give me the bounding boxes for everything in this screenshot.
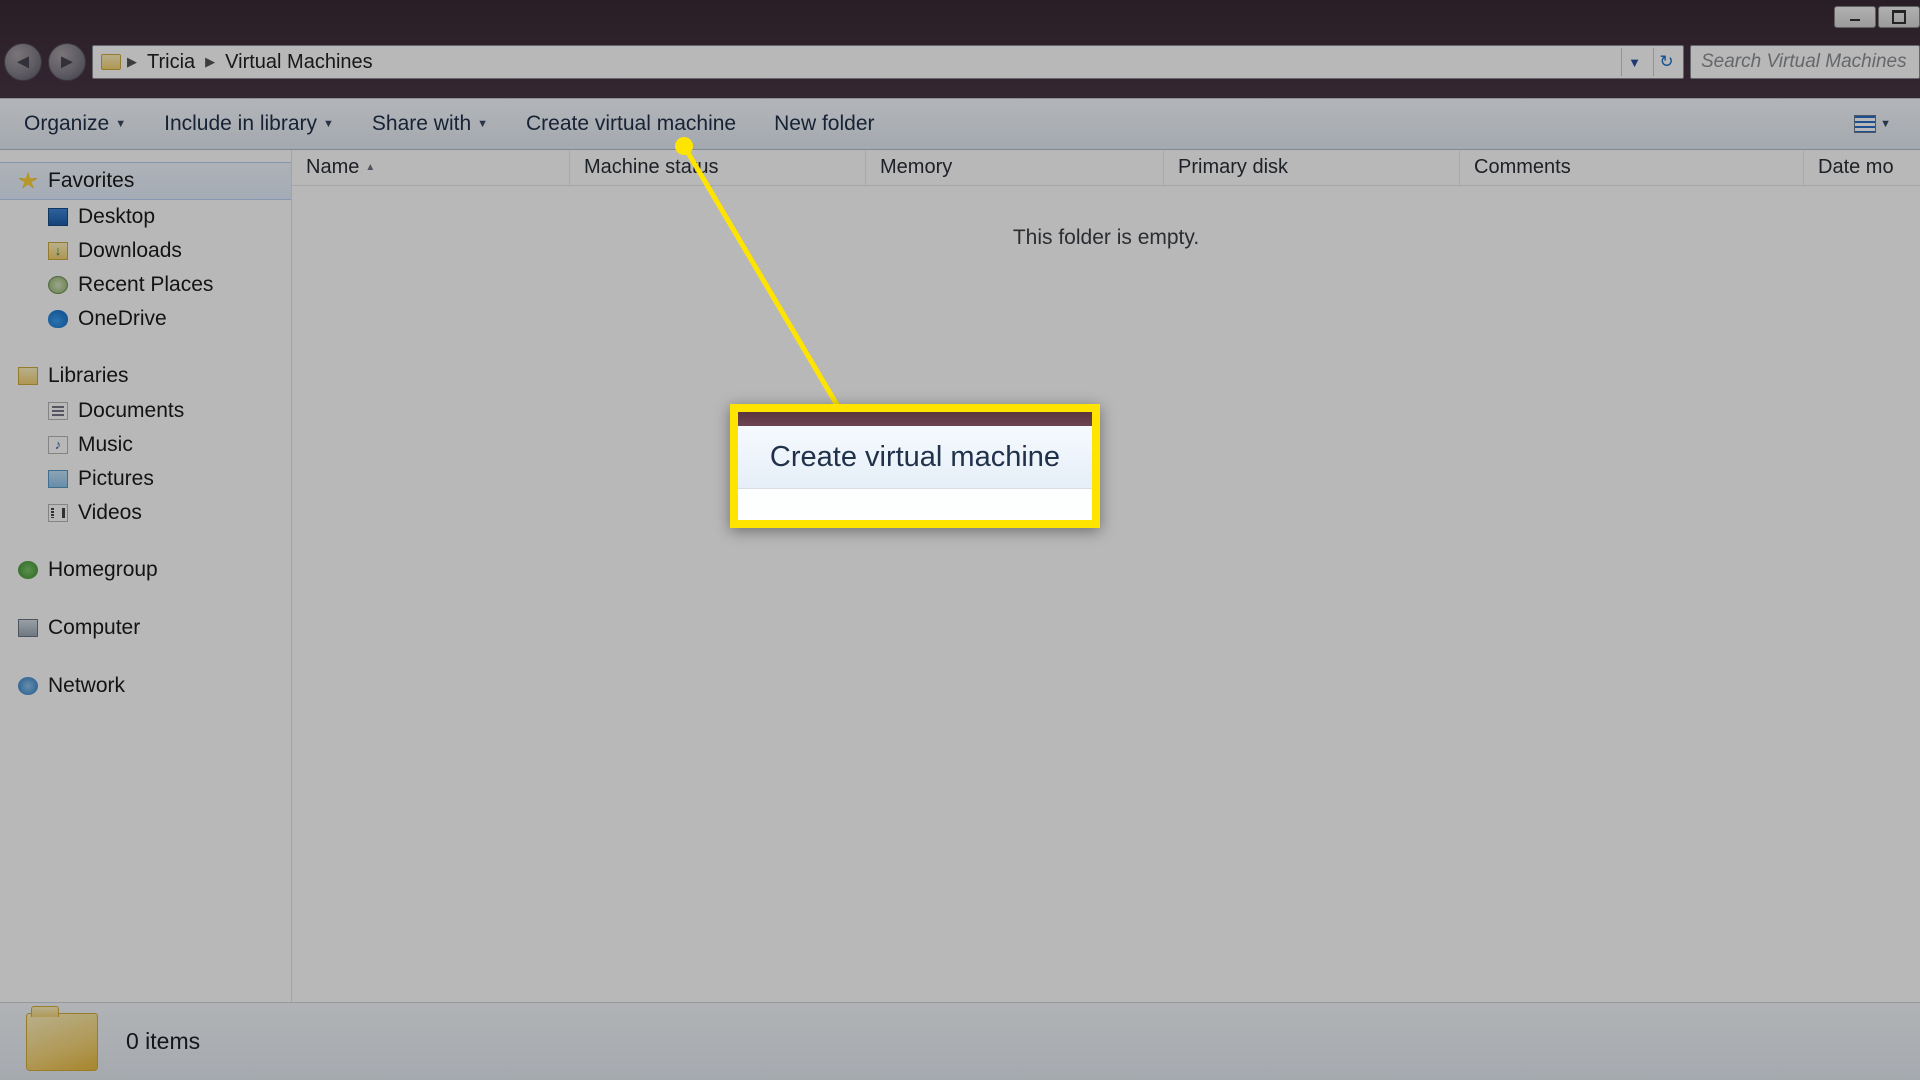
column-header-comments[interactable]: Comments (1460, 150, 1804, 185)
column-label: Comments (1474, 156, 1571, 179)
details-pane: 0 items (0, 1002, 1920, 1080)
network-label: Network (48, 674, 125, 698)
onedrive-icon (48, 310, 68, 328)
include-in-library-menu[interactable]: Include in library ▼ (164, 112, 334, 136)
sidebar-item-documents[interactable]: Documents (0, 394, 291, 428)
computer-icon (18, 619, 38, 637)
view-mode-picker[interactable]: ▼ (1849, 112, 1896, 136)
downloads-icon (48, 242, 68, 260)
callout-label: Create virtual machine (738, 426, 1092, 488)
column-label: Primary disk (1178, 156, 1288, 179)
homegroup-label: Homegroup (48, 558, 158, 582)
column-headers: Name ▲ Machine status Memory Primary dis… (292, 150, 1920, 186)
column-label: Memory (880, 156, 952, 179)
sidebar-item-onedrive[interactable]: OneDrive (0, 302, 291, 336)
sidebar-item-downloads[interactable]: Downloads (0, 234, 291, 268)
videos-icon (48, 504, 68, 522)
libraries-label: Libraries (48, 364, 129, 388)
sidebar-item-music[interactable]: Music (0, 428, 291, 462)
sort-ascending-icon: ▲ (365, 162, 375, 173)
search-input[interactable]: Search Virtual Machines (1690, 45, 1920, 79)
nav-back-button[interactable]: ◄ (4, 43, 42, 81)
share-with-menu[interactable]: Share with ▼ (372, 112, 488, 136)
sidebar-group-network[interactable]: Network (0, 668, 291, 704)
network-icon (18, 677, 38, 695)
share-label: Share with (372, 112, 471, 136)
column-label: Machine status (584, 156, 719, 179)
sidebar-item-label: Pictures (78, 467, 154, 491)
sidebar-item-pictures[interactable]: Pictures (0, 462, 291, 496)
column-header-date-modified[interactable]: Date mo (1804, 150, 1920, 185)
breadcrumb-separator: ▶ (205, 54, 215, 70)
sidebar-item-label: Recent Places (78, 273, 213, 297)
sidebar-item-desktop[interactable]: Desktop (0, 200, 291, 234)
include-label: Include in library (164, 112, 317, 136)
column-header-primary-disk[interactable]: Primary disk (1164, 150, 1460, 185)
window-minimize-button[interactable] (1834, 6, 1876, 28)
sidebar-item-label: Music (78, 433, 133, 457)
navigation-pane: Favorites Desktop Downloads Recent Place… (0, 150, 292, 1032)
computer-label: Computer (48, 616, 140, 640)
sidebar-item-label: Documents (78, 399, 184, 423)
favorites-label: Favorites (48, 169, 134, 193)
homegroup-icon (18, 561, 38, 579)
star-icon (18, 172, 38, 190)
address-bar[interactable]: ▶ Tricia ▶ Virtual Machines ▼ ↻ (92, 45, 1684, 79)
item-count-text: 0 items (126, 1028, 200, 1055)
sidebar-group-favorites[interactable]: Favorites (0, 162, 291, 200)
sidebar-group-libraries[interactable]: Libraries (0, 358, 291, 394)
sidebar-item-label: Downloads (78, 239, 182, 263)
new-folder-button[interactable]: New folder (774, 112, 874, 136)
organize-menu[interactable]: Organize ▼ (24, 112, 126, 136)
chevron-down-icon: ▼ (1880, 118, 1891, 130)
sidebar-group-computer[interactable]: Computer (0, 610, 291, 646)
folder-icon (26, 1013, 98, 1071)
organize-label: Organize (24, 112, 109, 136)
music-icon (48, 436, 68, 454)
desktop-icon (48, 208, 68, 226)
sidebar-group-homegroup[interactable]: Homegroup (0, 552, 291, 588)
breadcrumb-tricia[interactable]: Tricia (143, 49, 199, 76)
empty-folder-text: This folder is empty. (292, 226, 1920, 250)
sidebar-item-videos[interactable]: Videos (0, 496, 291, 530)
column-header-name[interactable]: Name ▲ (292, 150, 570, 185)
breadcrumb-virtual-machines[interactable]: Virtual Machines (221, 49, 376, 76)
column-header-memory[interactable]: Memory (866, 150, 1164, 185)
details-view-icon (1854, 115, 1876, 133)
documents-icon (48, 402, 68, 420)
sidebar-item-label: Videos (78, 501, 142, 525)
window-maximize-button[interactable] (1878, 6, 1920, 28)
chevron-down-icon: ▼ (115, 118, 126, 130)
column-label: Name (306, 156, 359, 179)
refresh-button[interactable]: ↻ (1653, 48, 1679, 76)
chevron-down-icon: ▼ (477, 118, 488, 130)
breadcrumb-separator: ▶ (127, 54, 137, 70)
libraries-icon (18, 367, 38, 385)
new-folder-label: New folder (774, 112, 874, 136)
sidebar-item-recent-places[interactable]: Recent Places (0, 268, 291, 302)
file-list-area[interactable]: This folder is empty. (292, 186, 1920, 1010)
create-vm-label: Create virtual machine (526, 112, 736, 136)
create-virtual-machine-button[interactable]: Create virtual machine (526, 112, 736, 136)
nav-forward-button[interactable]: ► (48, 43, 86, 81)
pictures-icon (48, 470, 68, 488)
column-label: Date mo (1818, 156, 1894, 179)
chevron-down-icon: ▼ (323, 118, 334, 130)
recent-places-icon (48, 276, 68, 294)
annotation-callout: Create virtual machine (730, 404, 1100, 528)
sidebar-item-label: Desktop (78, 205, 155, 229)
sidebar-item-label: OneDrive (78, 307, 167, 331)
address-history-dropdown[interactable]: ▼ (1621, 48, 1647, 76)
folder-icon (101, 54, 121, 70)
command-bar: Organize ▼ Include in library ▼ Share wi… (0, 98, 1920, 150)
column-header-machine-status[interactable]: Machine status (570, 150, 866, 185)
